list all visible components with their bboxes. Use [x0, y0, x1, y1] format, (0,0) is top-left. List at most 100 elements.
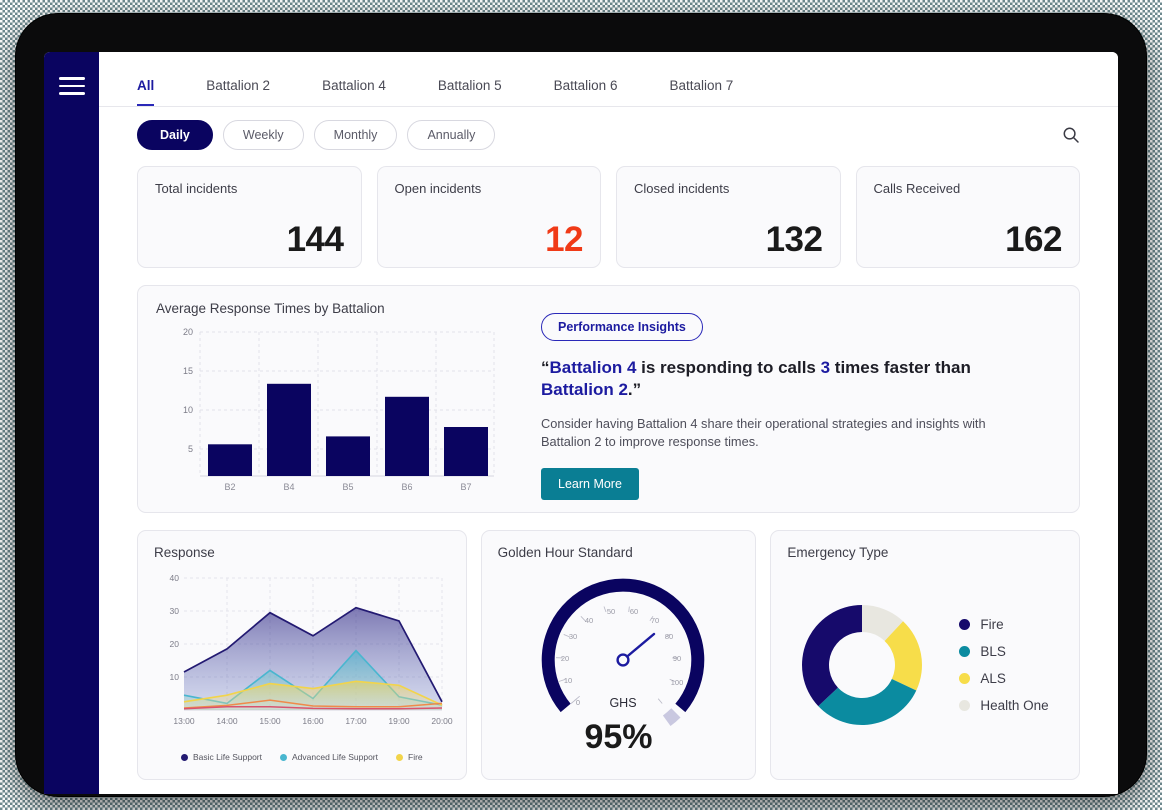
kpi-label: Total incidents: [155, 181, 238, 196]
legend-color-swatch: [959, 646, 971, 657]
legend-color-swatch: [959, 619, 971, 630]
response-area-chart-svg: 40 30 20 10 13:00 14:00 15:00 16:00 17:0…: [170, 573, 453, 726]
page-backdrop: All Battalion 2 Battalion 4 Battalion 5 …: [0, 0, 1162, 810]
search-icon[interactable]: [1062, 126, 1080, 144]
emergency-type-card: Emergency Type Fire BLS ALS Health One: [770, 530, 1080, 780]
insight-mid-2: times faster than: [830, 358, 971, 377]
performance-insights-badge: Performance Insights: [541, 313, 703, 341]
insight-battalion-2: Battalion 2: [541, 380, 628, 400]
legend-label: Fire: [980, 617, 1004, 632]
legend-label: Fire: [408, 752, 423, 762]
svg-text:B2: B2: [224, 482, 235, 492]
learn-more-button[interactable]: Learn More: [541, 467, 639, 500]
legend-item-health-one[interactable]: Health One: [959, 698, 1049, 713]
legend-item[interactable]: Basic Life Support: [181, 752, 262, 762]
kpi-card-row: Total incidents 144 Open incidents 12 Cl…: [137, 166, 1080, 268]
bottom-chart-row: Response 40 30 20 10 13:00 14:00 15:00 1…: [137, 530, 1080, 780]
filter-chip-annually[interactable]: Annually: [407, 119, 496, 150]
legend-item-bls[interactable]: BLS: [959, 644, 1048, 659]
gauge-track-remainder: [662, 708, 681, 726]
svg-text:80: 80: [664, 632, 672, 641]
bar-chart-svg: 20 15 10 5 B2 B4 B5 B6 B7: [183, 327, 495, 492]
svg-text:14:00: 14:00: [216, 716, 238, 726]
chart-title: Average Response Times by Battalion: [156, 301, 385, 316]
svg-text:B7: B7: [460, 482, 471, 492]
sidebar-nav-rail: [44, 52, 99, 794]
filter-chip-monthly[interactable]: Monthly: [313, 119, 398, 150]
kpi-card-total-incidents[interactable]: Total incidents 144: [137, 166, 362, 268]
legend-item-fire[interactable]: Fire: [959, 617, 1048, 632]
insight-detail-pane: Performance Insights “Battalion 4 is res…: [511, 301, 1061, 500]
gauge-value-arc: [541, 578, 704, 713]
svg-text:15:00: 15:00: [259, 716, 281, 726]
performance-insights-card: Average Response Times by Battalion 20 1…: [137, 285, 1080, 513]
insight-battalion-4: Battalion 4: [549, 358, 637, 377]
legend-color-swatch: [959, 700, 971, 711]
svg-text:50: 50: [606, 607, 614, 616]
response-chart-legend: Basic Life Support Advanced Life Support…: [154, 752, 450, 762]
legend-label: BLS: [980, 644, 1006, 659]
kpi-value: 12: [545, 220, 583, 259]
legend-color-swatch: [181, 753, 188, 761]
tab-all[interactable]: All: [137, 78, 155, 106]
kpi-card-open-incidents[interactable]: Open incidents 12: [376, 166, 601, 268]
legend-item[interactable]: Advanced Life Support: [279, 752, 378, 762]
svg-text:40: 40: [170, 573, 180, 583]
ghs-value: 95%: [584, 718, 653, 756]
app-screen: All Battalion 2 Battalion 4 Battalion 5 …: [44, 52, 1118, 794]
svg-text:17:00: 17:00: [345, 716, 367, 726]
hamburger-bar: [58, 84, 85, 87]
svg-text:19:00: 19:00: [388, 716, 410, 726]
kpi-card-calls-received[interactable]: Calls Received 162: [855, 166, 1080, 268]
kpi-value: 144: [286, 220, 344, 259]
legend-color-swatch: [279, 753, 287, 761]
emergency-type-donut-svg: [802, 605, 923, 725]
legend-item-als[interactable]: ALS: [959, 671, 1048, 686]
hamburger-bar: [58, 77, 85, 80]
insight-headline: “Battalion 4 is responding to calls 3 ti…: [541, 357, 986, 402]
svg-text:B5: B5: [342, 482, 353, 492]
tab-battalion-6[interactable]: Battalion 6: [554, 78, 618, 106]
quote-open: “: [541, 358, 550, 377]
kpi-value: 132: [765, 220, 823, 259]
legend-color-swatch: [396, 753, 403, 761]
tablet-bezel: All Battalion 2 Battalion 4 Battalion 5 …: [16, 14, 1146, 796]
insight-mid-1: is responding to calls: [636, 358, 821, 377]
svg-text:5: 5: [188, 444, 193, 454]
gauge-center-label: GHS: [609, 696, 636, 710]
svg-text:B6: B6: [401, 482, 412, 492]
svg-text:70: 70: [650, 616, 658, 625]
kpi-card-closed-incidents[interactable]: Closed incidents 132: [616, 166, 841, 268]
legend-label: Basic Life Support: [193, 752, 262, 762]
hamburger-bar: [58, 92, 85, 95]
tab-battalion-7[interactable]: Battalion 7: [669, 78, 733, 106]
emergency-type-body: Fire BLS ALS Health One: [787, 560, 1063, 770]
legend-item[interactable]: Fire: [396, 752, 423, 762]
svg-text:B4: B4: [283, 482, 294, 492]
svg-text:0: 0: [576, 698, 580, 707]
svg-text:30: 30: [568, 632, 576, 641]
main-content: All Battalion 2 Battalion 4 Battalion 5 …: [99, 52, 1118, 794]
filter-chip-weekly[interactable]: Weekly: [222, 119, 304, 150]
svg-text:16:00: 16:00: [302, 716, 324, 726]
gauge-hub: [616, 653, 630, 667]
chart-title: Response: [154, 545, 215, 560]
svg-text:20: 20: [183, 327, 193, 337]
tab-battalion-2[interactable]: Battalion 2: [206, 78, 270, 106]
kpi-label: Calls Received: [873, 181, 961, 196]
chart-title: Golden Hour Standard: [497, 545, 633, 560]
svg-text:10: 10: [563, 676, 571, 685]
golden-hour-standard-card: Golden Hour Standard 0 10 20 30 40 50 60…: [480, 530, 757, 780]
svg-text:13:00: 13:00: [173, 716, 195, 726]
donut-slice-fire: [802, 605, 863, 707]
tab-battalion-4[interactable]: Battalion 4: [322, 78, 386, 106]
insight-description: Consider having Battalion 4 share their …: [541, 415, 986, 450]
insight-multiplier: 3: [820, 358, 831, 377]
tab-battalion-5[interactable]: Battalion 5: [438, 78, 502, 106]
filter-chip-daily[interactable]: Daily: [137, 119, 213, 150]
hamburger-menu-icon[interactable]: [58, 77, 85, 95]
svg-text:10: 10: [183, 405, 193, 415]
svg-text:10: 10: [170, 672, 180, 682]
legend-color-swatch: [959, 673, 971, 684]
svg-text:40: 40: [584, 616, 592, 625]
